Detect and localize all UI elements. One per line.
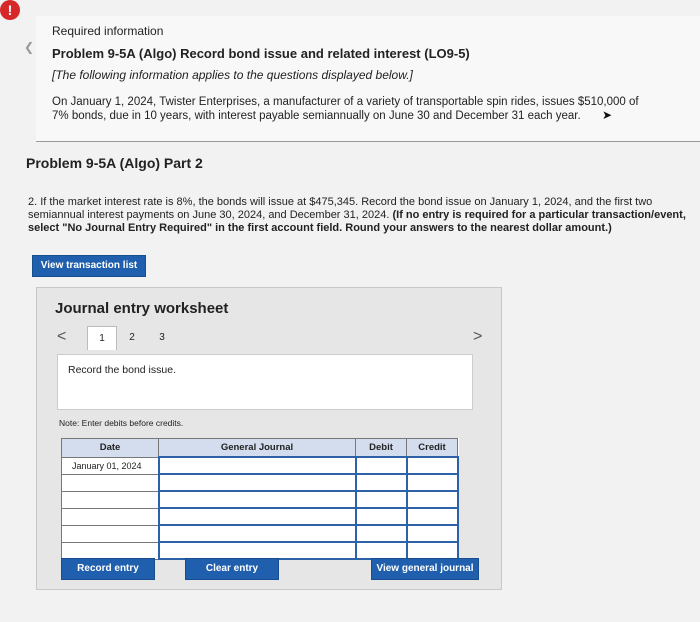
credit-field[interactable] [405, 524, 459, 543]
account-field[interactable] [157, 456, 357, 475]
worksheet-title: Journal entry worksheet [55, 300, 229, 317]
credit-field[interactable] [405, 507, 459, 526]
credit-field[interactable] [405, 473, 459, 492]
journal-table: Date General Journal Debit Credit Januar… [61, 438, 459, 560]
problem-title: Problem 9-5A (Algo) Record bond issue an… [52, 46, 470, 61]
journal-entry-worksheet: Journal entry worksheet < 1 2 3 > Record… [36, 287, 502, 590]
debit-field[interactable] [354, 524, 408, 543]
date-cell[interactable] [61, 490, 159, 509]
account-field[interactable] [157, 524, 357, 543]
alert-icon: ! [0, 0, 20, 20]
date-cell[interactable] [61, 541, 159, 560]
required-info-heading: Required information [52, 24, 164, 38]
tab-3[interactable]: 3 [147, 326, 177, 350]
account-field[interactable] [157, 490, 357, 509]
date-cell[interactable] [61, 473, 159, 492]
debit-field[interactable] [354, 456, 408, 475]
tab-1[interactable]: 1 [87, 326, 117, 350]
date-cell[interactable] [61, 524, 159, 543]
tab-2[interactable]: 2 [117, 326, 147, 350]
table-row [61, 473, 459, 492]
mouse-cursor-icon: ➤ [601, 108, 612, 122]
table-row: January 01, 2024 [61, 456, 459, 475]
account-field[interactable] [157, 473, 357, 492]
worksheet-tabs: 1 2 3 [87, 326, 177, 350]
date-cell[interactable]: January 01, 2024 [61, 456, 159, 475]
debit-field[interactable] [354, 541, 408, 560]
account-field[interactable] [157, 541, 357, 560]
account-field[interactable] [157, 507, 357, 526]
record-entry-button[interactable]: Record entry [61, 558, 155, 580]
debits-note: Note: Enter debits before credits. [59, 418, 184, 428]
credit-field[interactable] [405, 541, 459, 560]
credit-header: Credit [406, 438, 458, 458]
applies-note: [The following information applies to th… [52, 68, 413, 82]
problem-intro: On January 1, 2024, Twister Enterprises,… [52, 96, 639, 122]
part-title: Problem 9-5A (Algo) Part 2 [26, 155, 203, 171]
table-row [61, 490, 459, 509]
instruction-text: Record the bond issue. [68, 364, 176, 376]
general-journal-header: General Journal [158, 438, 356, 458]
date-header: Date [61, 438, 159, 458]
view-general-journal-button[interactable]: View general journal [371, 558, 479, 580]
instruction-box: Record the bond issue. [57, 354, 473, 410]
prev-arrow-icon[interactable]: < [57, 328, 66, 346]
debit-field[interactable] [354, 473, 408, 492]
credit-field[interactable] [405, 490, 459, 509]
clear-entry-button[interactable]: Clear entry [185, 558, 279, 580]
table-row [61, 507, 459, 526]
debit-header: Debit [355, 438, 407, 458]
table-row [61, 524, 459, 543]
view-transaction-list-button[interactable]: View transaction list [32, 255, 146, 277]
table-row [61, 541, 459, 560]
date-cell[interactable] [61, 507, 159, 526]
required-info-panel: Required information Problem 9-5A (Algo)… [36, 16, 700, 142]
question-text: 2. If the market interest rate is 8%, th… [28, 196, 698, 235]
debit-field[interactable] [354, 507, 408, 526]
debit-field[interactable] [354, 490, 408, 509]
next-arrow-icon[interactable]: > [473, 328, 482, 346]
credit-field[interactable] [405, 456, 459, 475]
